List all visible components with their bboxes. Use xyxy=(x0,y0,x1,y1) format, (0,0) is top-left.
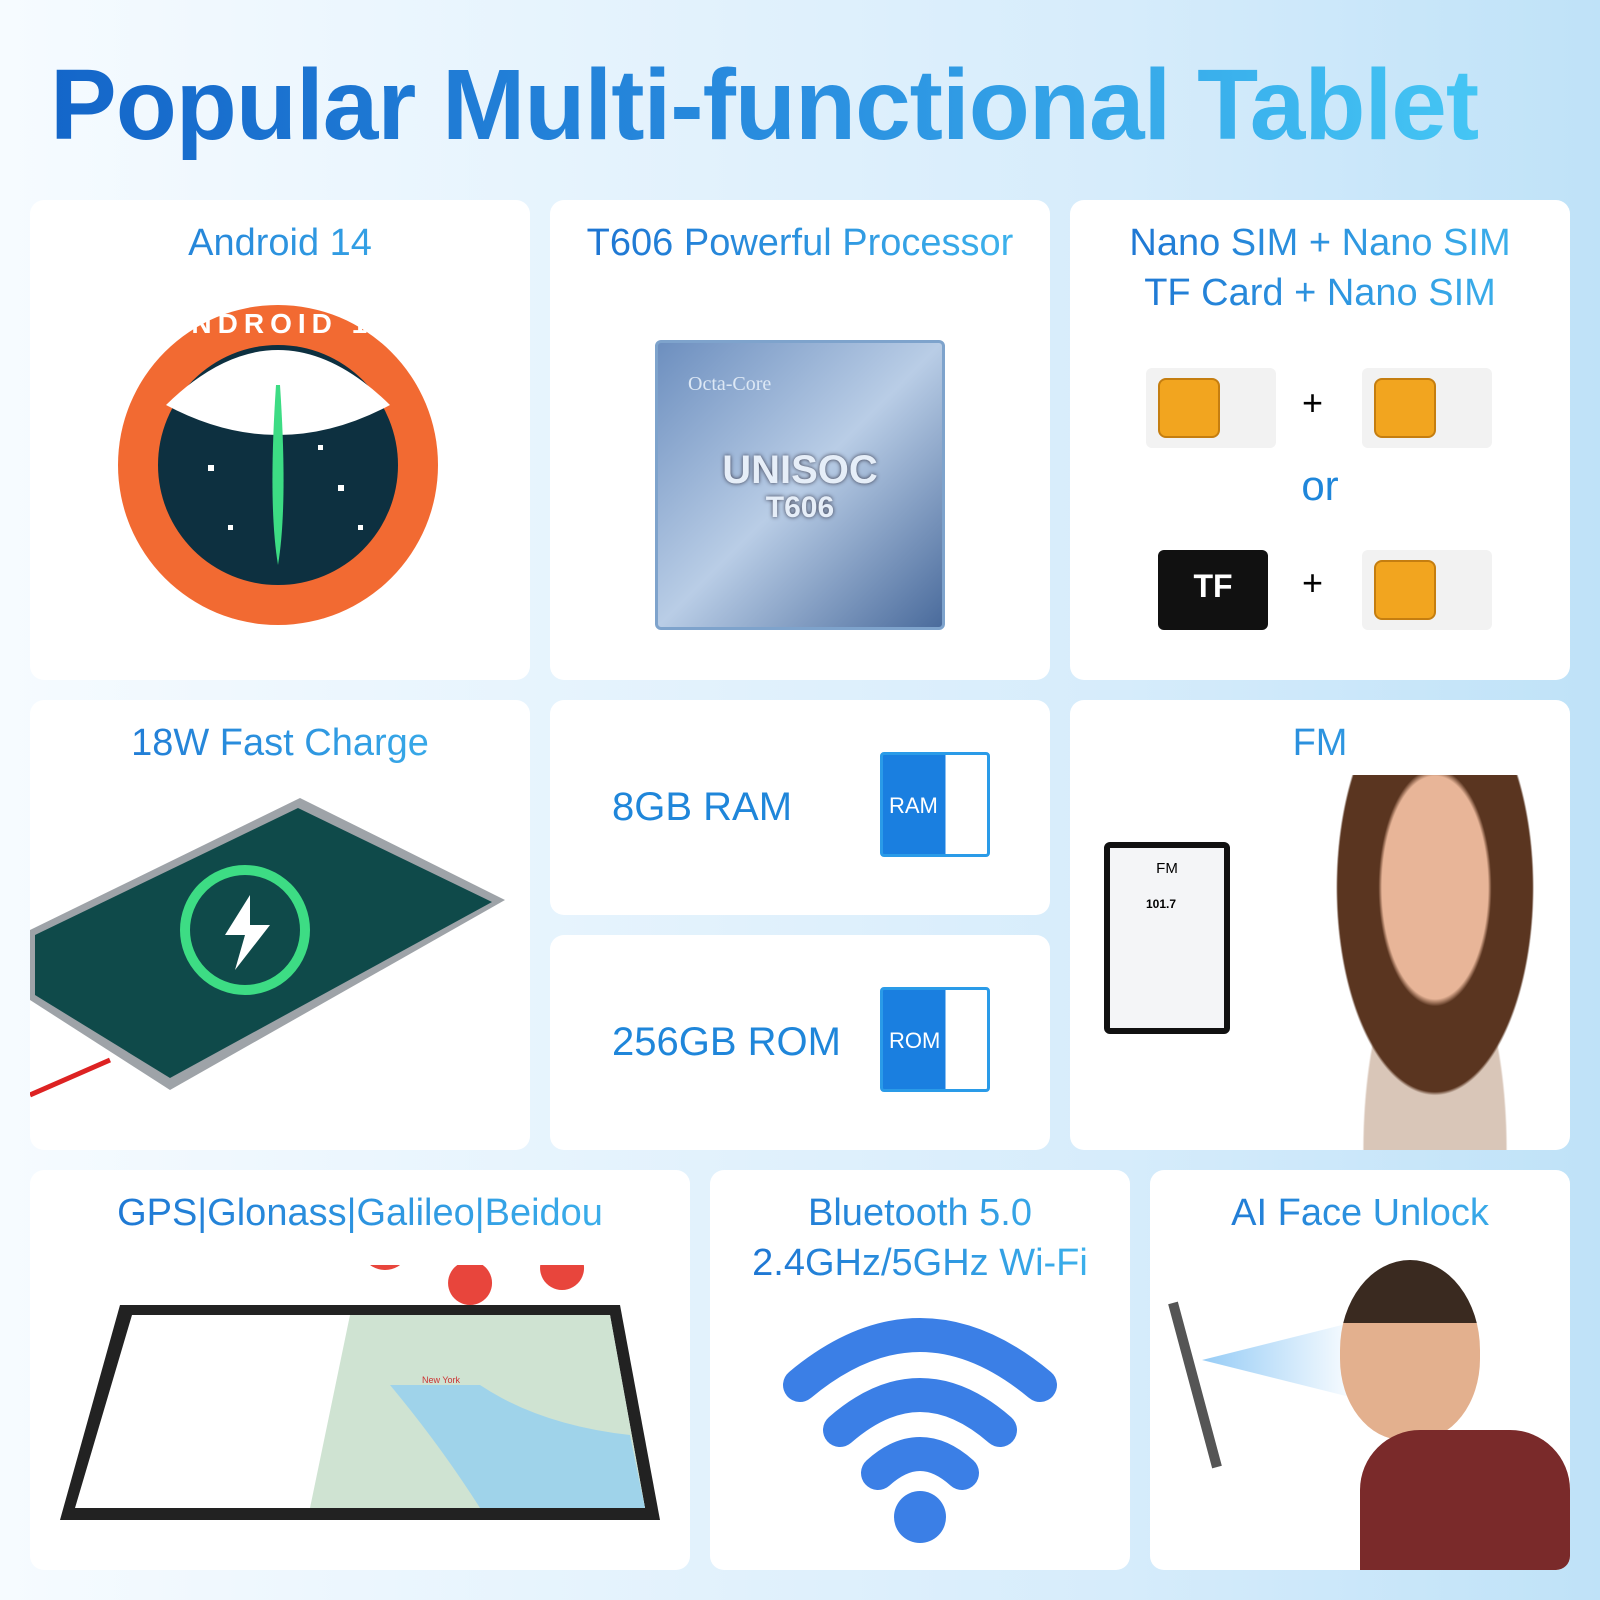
sim-card-icon xyxy=(1146,368,1276,448)
card-gps: GPS|Glonass|Galileo|Beidou New York xyxy=(30,1170,690,1570)
card-heading: 18W Fast Charge xyxy=(30,718,530,768)
rom-label: 256GB ROM xyxy=(612,1020,841,1064)
android-badge-text: ANDROID 14 xyxy=(165,308,395,339)
card-ram: 8GB RAM RAM xyxy=(550,700,1050,915)
face-scan-image xyxy=(1168,1260,1570,1570)
chip-model: T606 xyxy=(765,491,835,524)
card-subheading: 2.4GHz/5GHz Wi-Fi xyxy=(710,1238,1130,1288)
map-label: New York xyxy=(422,1375,461,1385)
card-processor: T606 Powerful Processor Octa-Core UNISOC… xyxy=(550,200,1050,680)
card-heading: Android 14 xyxy=(30,218,530,268)
android-14-badge-icon xyxy=(118,305,438,625)
plus-sign: + xyxy=(1302,382,1324,423)
tablet-charging-image xyxy=(30,798,505,1098)
tf-card-icon: TF xyxy=(1158,550,1268,630)
fm-frequency: 101.7 xyxy=(1146,897,1177,911)
ram-icon-text: RAM xyxy=(889,793,938,818)
or-label: or xyxy=(1301,462,1339,509)
card-heading: Nano SIM + Nano SIM xyxy=(1070,218,1570,268)
rom-icon: ROM xyxy=(880,987,990,1092)
card-android: Android 14 ANDROID 14 xyxy=(30,200,530,680)
card-subheading: TF Card + Nano SIM xyxy=(1070,268,1570,318)
page-title: Popular Multi-functional Tablet xyxy=(50,48,1570,163)
sim-card-icon xyxy=(1362,550,1492,630)
card-fast-charge: 18W Fast Charge xyxy=(30,700,530,1150)
wifi-icon xyxy=(783,1318,1057,1543)
chip-label: Octa-Core xyxy=(688,373,772,395)
card-heading: FM xyxy=(1070,718,1570,768)
sim-card-icon xyxy=(1362,368,1492,448)
tablet-map-image xyxy=(60,1265,660,1520)
card-face-unlock: AI Face Unlock xyxy=(1150,1170,1570,1570)
card-heading: AI Face Unlock xyxy=(1150,1188,1570,1238)
fm-tablet-screen: FM 101.7 xyxy=(1104,842,1230,1034)
plus-sign: + xyxy=(1302,562,1324,603)
card-fm: FM FM 101.7 xyxy=(1070,700,1570,1150)
card-heading: GPS|Glonass|Galileo|Beidou xyxy=(30,1188,690,1238)
woman-with-headphones-image xyxy=(1310,775,1560,1150)
card-rom: 256GB ROM ROM xyxy=(550,935,1050,1150)
card-heading: T606 Powerful Processor xyxy=(550,218,1050,268)
fm-screen-title: FM xyxy=(1156,860,1178,877)
card-sim: Nano SIM + Nano SIM TF Card + Nano SIM +… xyxy=(1070,200,1570,680)
ram-icon: RAM xyxy=(880,752,990,857)
ram-label: 8GB RAM xyxy=(612,785,793,829)
chip-brand: UNISOC xyxy=(722,448,878,492)
card-wireless: Bluetooth 5.0 2.4GHz/5GHz Wi-Fi xyxy=(710,1170,1130,1570)
card-heading: Bluetooth 5.0 xyxy=(710,1188,1130,1238)
rom-icon-text: ROM xyxy=(889,1028,941,1053)
processor-chip-image: Octa-Core UNISOC T606 xyxy=(655,340,945,630)
